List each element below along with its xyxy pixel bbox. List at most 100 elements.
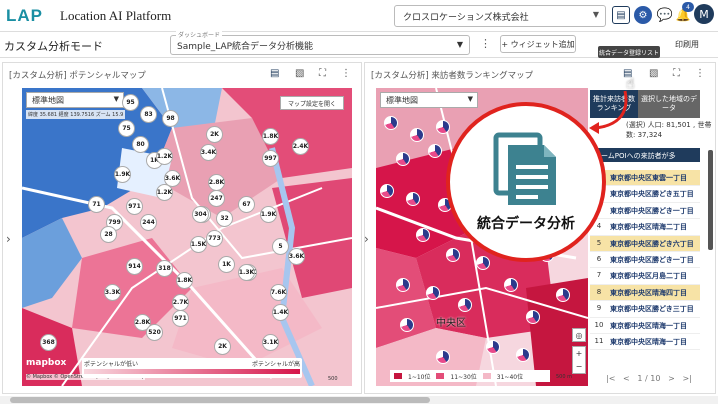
chevron-right-icon[interactable]: ›: [364, 232, 369, 246]
ranking-marker[interactable]: [406, 192, 420, 206]
map-cluster[interactable]: 32: [216, 210, 233, 227]
map-cluster[interactable]: 1.5K: [190, 236, 207, 253]
chevron-right-icon[interactable]: ›: [6, 232, 11, 246]
map-cluster[interactable]: 3.1K: [262, 334, 279, 351]
logo[interactable]: LAP: [6, 6, 43, 26]
map-cluster[interactable]: 98: [162, 110, 179, 127]
map-cluster[interactable]: 2.8K: [208, 174, 225, 191]
fullscreen-icon[interactable]: ⛶: [673, 68, 680, 79]
ranking-marker[interactable]: [396, 278, 410, 292]
scroll-thumb[interactable]: [10, 397, 430, 403]
map-cluster[interactable]: 2.7K: [172, 294, 189, 311]
ranking-marker[interactable]: [384, 116, 398, 130]
map-cluster[interactable]: 1.8K: [176, 272, 193, 289]
more-icon[interactable]: ⋮: [480, 37, 491, 50]
rank-row[interactable]: 6 東京都中央区勝どき一丁目: [590, 251, 700, 269]
map-cluster[interactable]: 520: [146, 324, 163, 341]
locate-icon[interactable]: ◎: [572, 328, 586, 342]
layers-off-icon[interactable]: ▧: [295, 68, 304, 79]
map-cluster[interactable]: 971: [172, 310, 189, 327]
map-cluster[interactable]: 1.9K: [114, 166, 131, 183]
rank-row[interactable]: 5 東京都中央区勝どき六丁目: [590, 235, 700, 252]
map-cluster[interactable]: 2K: [214, 338, 231, 355]
company-select[interactable]: クロスロケーションズ株式会社 ▼: [394, 5, 606, 27]
list-scrollbar[interactable]: [708, 150, 713, 250]
more-icon[interactable]: ⋮: [341, 68, 351, 79]
map-cluster[interactable]: 3.6K: [288, 248, 305, 265]
layers-off-icon[interactable]: ▧: [649, 68, 658, 79]
ranking-marker[interactable]: [476, 256, 490, 270]
map-cluster[interactable]: 7.6K: [270, 284, 287, 301]
ranking-marker[interactable]: [428, 144, 442, 158]
ranking-marker[interactable]: [380, 184, 394, 198]
ranking-marker[interactable]: [396, 152, 410, 166]
page-scrollbar[interactable]: [0, 396, 718, 404]
rank-row[interactable]: 11 東京都中央区晴海一丁目: [590, 333, 700, 351]
fullscreen-icon[interactable]: ⛶: [319, 68, 326, 79]
zoom-control[interactable]: + −: [572, 346, 586, 374]
ranking-marker[interactable]: [436, 120, 450, 134]
ranking-marker[interactable]: [416, 228, 430, 242]
ranking-marker[interactable]: [458, 298, 472, 312]
ranking-marker[interactable]: [410, 128, 424, 142]
chat-icon[interactable]: 💬: [656, 6, 674, 24]
map-cluster[interactable]: 773: [206, 230, 223, 247]
map-cluster[interactable]: 1.2K: [156, 184, 173, 201]
map-cluster[interactable]: 95: [122, 94, 139, 111]
map-cluster[interactable]: 2K: [206, 126, 223, 143]
map-cluster[interactable]: 75: [118, 120, 135, 137]
map-cluster[interactable]: 80: [132, 136, 149, 153]
ranking-marker[interactable]: [556, 288, 570, 302]
map-cluster[interactable]: 2.4K: [292, 138, 309, 155]
map-cluster[interactable]: 83: [140, 106, 157, 123]
ranking-marker[interactable]: [426, 286, 440, 300]
map-cluster[interactable]: 71: [88, 196, 105, 213]
rank-row[interactable]: 3東京都中央区勝どき一丁目: [590, 202, 700, 220]
rank-row[interactable]: 9 東京都中央区勝どき三丁目: [590, 301, 700, 318]
map-cluster[interactable]: 318: [156, 260, 173, 277]
ranking-marker[interactable]: [486, 340, 500, 354]
ranking-marker[interactable]: [526, 310, 540, 324]
settings-icon[interactable]: ⚙: [634, 6, 652, 24]
rank-row[interactable]: 4 東京都中央区晴海二丁目: [590, 219, 700, 236]
map-cluster[interactable]: 914: [126, 258, 143, 275]
map-cluster[interactable]: 971: [126, 198, 143, 215]
map-cluster[interactable]: 1.8K: [262, 128, 279, 145]
ranking-marker[interactable]: [516, 348, 530, 362]
ranking-marker[interactable]: [436, 350, 450, 364]
map-cluster[interactable]: 3.3K: [104, 284, 121, 301]
avatar[interactable]: M: [694, 4, 714, 24]
map-cluster[interactable]: 67: [238, 196, 255, 213]
rank-row[interactable]: 10 東京都中央区晴海一丁目: [590, 317, 700, 334]
first-page-icon[interactable]: |<: [606, 374, 615, 383]
map-style-select[interactable]: 標準地図 ▼: [26, 92, 124, 108]
tab-region-data[interactable]: 選択した地域のデータ: [638, 90, 700, 118]
rank-row[interactable]: 8 東京都中央区晴海四丁目: [590, 284, 700, 302]
last-page-icon[interactable]: >|: [682, 374, 691, 383]
map-cluster[interactable]: 304: [192, 206, 209, 223]
rank-row[interactable]: 2東京都中央区勝どき五丁目: [590, 186, 700, 203]
ranking-marker[interactable]: [446, 248, 460, 262]
map-cluster[interactable]: 997: [262, 150, 279, 167]
map-settings-button[interactable]: マップ設定を開く: [280, 96, 344, 110]
map-cluster[interactable]: 1K: [218, 256, 235, 273]
rank-row[interactable]: 1東京都中央区東雲一丁目: [590, 170, 700, 187]
mapbox-logo[interactable]: mapbox: [26, 358, 66, 368]
next-page-icon[interactable]: >: [668, 374, 675, 383]
map-cluster[interactable]: 244: [140, 214, 157, 231]
map-cluster[interactable]: 1.3K: [238, 264, 255, 281]
map-cluster[interactable]: 5: [272, 238, 289, 255]
more-icon[interactable]: ⋮: [695, 68, 705, 79]
add-widget-button[interactable]: + ウィジェット追加: [500, 35, 576, 53]
map-cluster[interactable]: 1.9K: [260, 206, 277, 223]
map-style-select[interactable]: 標準地図 ▼: [380, 92, 478, 108]
map-cluster[interactable]: 1.4K: [272, 304, 289, 321]
ranking-marker[interactable]: [504, 278, 518, 292]
map-cluster[interactable]: 247: [208, 190, 225, 207]
prev-page-icon[interactable]: <: [623, 374, 630, 383]
rank-row[interactable]: 7 東京都中央区月島二丁目: [590, 268, 700, 285]
map-cluster[interactable]: 368: [40, 334, 57, 351]
document-icon[interactable]: ▤: [270, 68, 279, 79]
ranking-marker[interactable]: [400, 318, 414, 332]
potential-map[interactable]: 標準地図 ▼ 緯度 35.681 経度 139.7516 ズーム 15.9 マッ…: [22, 88, 352, 386]
